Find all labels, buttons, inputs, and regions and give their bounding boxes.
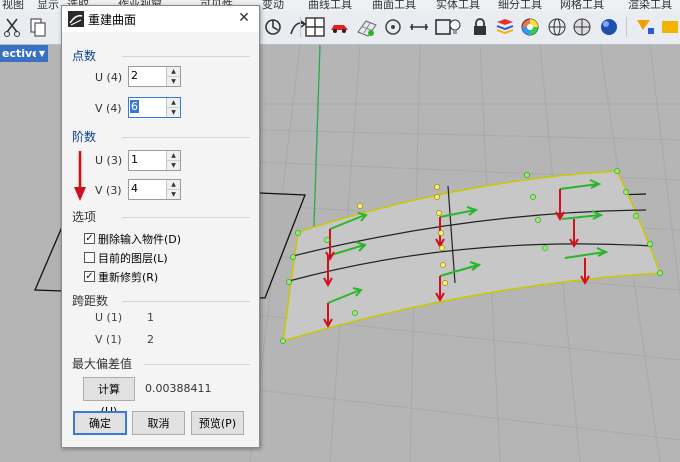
viewport-title[interactable]: ective bbox=[0, 45, 40, 62]
rotate-view-icon[interactable] bbox=[262, 16, 284, 38]
shaded-sphere-icon[interactable] bbox=[571, 16, 593, 38]
max-deviation-heading: 最大偏差值 bbox=[72, 357, 133, 371]
spin-up-icon[interactable]: ▲ bbox=[167, 151, 180, 161]
layer-icon[interactable] bbox=[494, 16, 516, 38]
preview-button[interactable]: 预览(P) bbox=[191, 411, 244, 435]
degree-v-label: V (3) bbox=[95, 184, 122, 197]
viewport-menu-arrow-icon[interactable]: ▼ bbox=[36, 45, 48, 62]
checkbox-check-icon[interactable]: ✓ bbox=[84, 271, 95, 282]
cancel-button[interactable]: 取消 bbox=[132, 411, 185, 435]
max-deviation-value: 0.00388411 bbox=[145, 382, 212, 395]
spin-up-icon[interactable]: ▲ bbox=[167, 98, 180, 108]
car-icon[interactable] bbox=[329, 16, 351, 38]
dialog-titlebar[interactable]: 重建曲面 ✕ bbox=[62, 6, 259, 32]
ok-button[interactable]: 确定 bbox=[73, 411, 127, 435]
spin-down-icon[interactable]: ▼ bbox=[167, 77, 180, 86]
render-icon[interactable] bbox=[634, 16, 656, 38]
point-count-v-label: V (4) bbox=[95, 102, 122, 115]
render-sphere-icon[interactable] bbox=[598, 16, 620, 38]
span-v-value: 2 bbox=[147, 333, 154, 346]
dialog-title: 重建曲面 bbox=[88, 13, 137, 27]
degree-u-input[interactable]: 1 ▲ ▼ bbox=[128, 150, 181, 171]
wire-sphere-icon[interactable] bbox=[546, 16, 568, 38]
spin-up-icon[interactable]: ▲ bbox=[167, 180, 180, 190]
color-wheel-icon[interactable] bbox=[519, 16, 541, 38]
grid-layout-icon[interactable] bbox=[304, 16, 326, 38]
span-v-label: V (1) bbox=[95, 333, 122, 346]
degree-heading: 阶数 bbox=[72, 130, 97, 144]
rebuild-surface-icon bbox=[68, 11, 84, 27]
spin-up-icon[interactable]: ▲ bbox=[167, 67, 180, 77]
cut-icon[interactable] bbox=[2, 16, 24, 38]
options-heading: 选项 bbox=[72, 210, 97, 224]
span-u-value: 1 bbox=[147, 311, 154, 324]
degree-u-label: U (3) bbox=[95, 154, 123, 167]
point-count-heading: 点数 bbox=[72, 49, 97, 63]
scene-icon[interactable] bbox=[659, 16, 680, 38]
spin-down-icon[interactable]: ▼ bbox=[167, 190, 180, 199]
checkbox-empty-icon[interactable] bbox=[84, 252, 95, 263]
degree-v-input[interactable]: 4 ▲ ▼ bbox=[128, 179, 181, 200]
mesh-grid-icon[interactable] bbox=[356, 16, 378, 38]
ruler-icon[interactable] bbox=[408, 16, 430, 38]
span-u-label: U (1) bbox=[95, 311, 123, 324]
annotation-arrow-icon bbox=[74, 151, 86, 201]
point-count-u-label: U (4) bbox=[95, 71, 123, 84]
copy-icon[interactable] bbox=[27, 16, 49, 38]
spin-down-icon[interactable]: ▼ bbox=[167, 161, 180, 170]
point-count-u-input[interactable]: 2 ▲ ▼ bbox=[128, 66, 181, 87]
lock-icon[interactable] bbox=[469, 16, 491, 38]
target-icon[interactable] bbox=[382, 16, 404, 38]
light-bulb-icon[interactable] bbox=[444, 16, 466, 38]
compute-button[interactable]: 计算(U) bbox=[83, 377, 135, 418]
close-icon[interactable]: ✕ bbox=[235, 9, 253, 27]
spin-down-icon[interactable]: ▼ bbox=[167, 108, 180, 117]
span-heading: 跨距数 bbox=[72, 294, 109, 308]
checkbox-check-icon[interactable]: ✓ bbox=[84, 233, 95, 244]
point-count-v-input[interactable]: 6 ▲ ▼ bbox=[128, 97, 181, 118]
rebuild-surface-dialog: 重建曲面 ✕ 点数 U (4) 2 ▲ ▼ V (4) 6 ▲ ▼ 阶数 U (… bbox=[61, 5, 260, 448]
